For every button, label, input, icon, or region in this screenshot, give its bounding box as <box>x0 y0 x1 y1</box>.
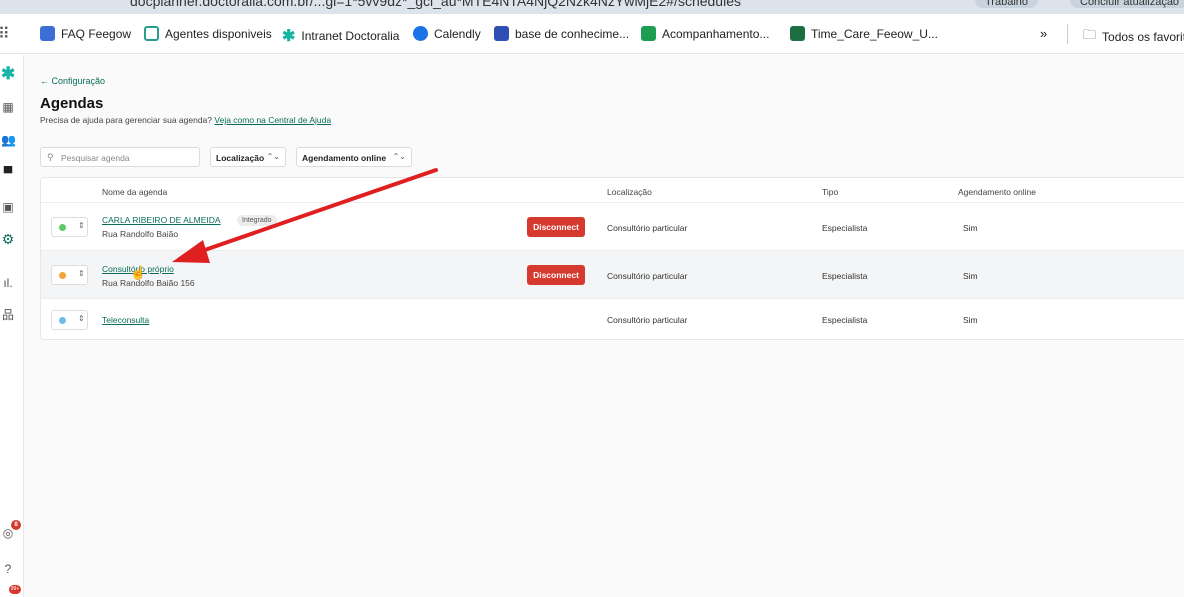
payments-icon[interactable]: ▣ <box>1 200 15 214</box>
status-dot <box>59 224 66 231</box>
location-cell: Consultório particular <box>607 223 688 233</box>
chevron-updown-icon: ⇕ <box>78 314 85 323</box>
online-cell: Sim <box>963 223 978 233</box>
bottom-badge: 99+ <box>9 585 21 594</box>
calendly-icon <box>413 26 428 41</box>
reports-icon[interactable]: ıl. <box>1 276 15 290</box>
browser-toolbar: docplanner.doctoralia.com.br/...gl=1*5vv… <box>0 0 1184 14</box>
apps-grid-icon[interactable]: ⠿ <box>0 24 10 44</box>
header-location: Localização <box>607 187 652 197</box>
location-filter-select[interactable]: Localização ⌃⌄ <box>210 147 286 167</box>
type-cell: Especialista <box>822 223 868 233</box>
patients-icon[interactable]: 👥 <box>1 133 16 147</box>
status-dot <box>59 317 66 324</box>
agenda-address: Rua Randolfo Baião <box>102 229 179 239</box>
help-text: Precisa de ajuda para gerenciar sua agen… <box>40 115 332 125</box>
bookmarks-divider <box>1067 24 1068 44</box>
agent-icon <box>144 26 159 41</box>
bookmark-time-care[interactable]: Time_Care_Feeow_U... <box>790 26 938 41</box>
agenda-name-link[interactable]: Teleconsulta <box>102 315 149 325</box>
type-cell: Especialista <box>822 271 868 281</box>
profile-button[interactable]: Trabalho <box>975 0 1039 8</box>
messages-icon[interactable]: ▀ <box>1 166 15 180</box>
bookmark-intranet[interactable]: ✱ Intranet Doctoralia <box>282 26 399 46</box>
notification-badge: 8 <box>11 520 21 530</box>
header-online: Agendamento online <box>958 187 1036 197</box>
chevron-updown-icon: ⇕ <box>78 221 85 230</box>
bookmark-faq-feegow[interactable]: FAQ Feegow <box>40 26 131 41</box>
table-row[interactable]: ⇕ Consultório próprio Rua Randolfo Baião… <box>41 250 1184 298</box>
header-type: Tipo <box>822 187 839 197</box>
app-sidebar: ✱ ▦ 👥 ▀ ▣ ⚙ ıl. 品 ◎ 8 ? 99+ <box>0 55 24 597</box>
bookmark-base-conhecimento[interactable]: base de conhecime... <box>494 26 629 41</box>
bookmark-agentes[interactable]: Agentes disponiveis <box>144 26 272 41</box>
disconnect-button[interactable]: Disconnect <box>527 217 585 237</box>
excel-icon <box>790 26 805 41</box>
agenda-address: Rua Randolfo Baião 156 <box>102 278 195 288</box>
asterisk-icon: ✱ <box>282 28 296 45</box>
page-title: Agendas <box>40 95 104 112</box>
bookmarks-more-button[interactable]: » <box>1040 26 1047 41</box>
bookmark-calendly[interactable]: Calendly <box>413 26 481 41</box>
address-bar[interactable]: docplanner.doctoralia.com.br/...gl=1*5vv… <box>130 0 741 9</box>
settings-gear-icon[interactable]: ⚙ <box>1 232 15 246</box>
location-cell: Consultório particular <box>607 271 688 281</box>
update-button[interactable]: Concluir atualização <box>1070 0 1184 8</box>
status-dot <box>59 272 66 279</box>
table-row[interactable]: ⇕ Teleconsulta Consultório particular Es… <box>41 298 1184 340</box>
chevron-updown-icon: ⇕ <box>78 269 85 278</box>
color-select[interactable]: ⇕ <box>51 310 88 330</box>
table-row[interactable]: ⇕ CARLA RIBEIRO DE ALMEIDA Integrado Rua… <box>41 202 1184 250</box>
bookmarks-bar: ⠿ FAQ Feegow Agentes disponiveis ✱ Intran… <box>0 14 1184 54</box>
chevron-updown-icon: ⌃⌄ <box>392 152 406 161</box>
type-cell: Especialista <box>822 315 868 325</box>
help-icon[interactable]: ? <box>1 562 15 576</box>
back-to-configuracao-link[interactable]: ← Configuração <box>40 76 105 86</box>
online-filter-select[interactable]: Agendamento online ⌃⌄ <box>296 147 412 167</box>
bookmark-acompanhamento[interactable]: Acompanhamento... <box>641 26 769 41</box>
bookmark-all-folder[interactable]: 🗀Todos os favoritos <box>1083 26 1184 48</box>
agendas-table: Nome da agenda Localização Tipo Agendame… <box>40 177 1184 340</box>
online-cell: Sim <box>963 315 978 325</box>
chevron-updown-icon: ⌃⌄ <box>266 152 280 161</box>
hand-cursor-icon: ☝ <box>130 265 147 280</box>
search-icon: ⚲ <box>47 152 54 162</box>
agenda-name-link[interactable]: CARLA RIBEIRO DE ALMEIDA <box>102 215 221 225</box>
help-center-link[interactable]: Veja como na Central de Ajuda <box>214 115 331 125</box>
integrated-badge: Integrado <box>237 215 277 226</box>
form-icon <box>494 26 509 41</box>
sheet-plus-icon <box>641 26 656 41</box>
main-content: ← Configuração Agendas Precisa de ajuda … <box>24 55 1184 597</box>
color-select[interactable]: ⇕ <box>51 265 88 285</box>
search-input[interactable]: ⚲ Pesquisar agenda <box>40 147 200 167</box>
disconnect-button[interactable]: Disconnect <box>527 265 585 285</box>
online-cell: Sim <box>963 271 978 281</box>
folder-icon: 🗀 <box>1083 27 1097 42</box>
color-select[interactable]: ⇕ <box>51 217 88 237</box>
calendar-icon[interactable]: ▦ <box>1 100 15 114</box>
location-cell: Consultório particular <box>607 315 688 325</box>
network-icon[interactable]: 品 <box>1 308 15 322</box>
doctoralia-logo-icon[interactable]: ✱ <box>1 65 15 82</box>
header-name: Nome da agenda <box>102 187 168 197</box>
docs-icon <box>40 26 55 41</box>
